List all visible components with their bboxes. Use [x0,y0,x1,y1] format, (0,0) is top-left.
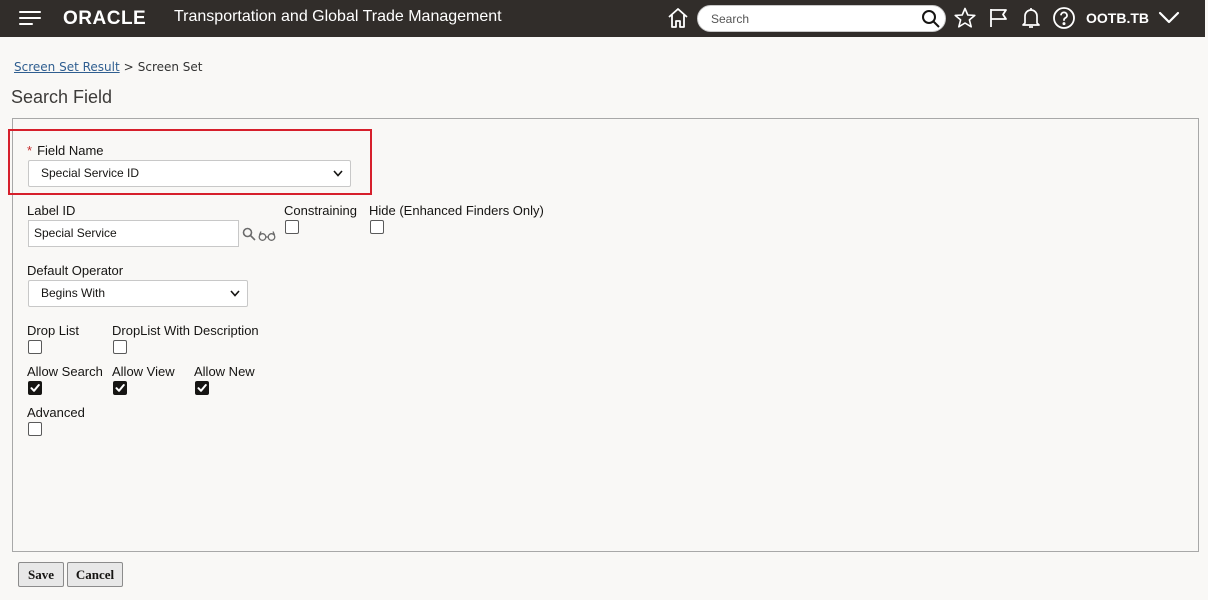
flag-icon[interactable] [987,6,1011,30]
constraining-label: Constraining [284,203,357,218]
required-marker: * [27,143,33,158]
advanced-label: Advanced [27,405,85,420]
home-icon[interactable] [666,6,690,30]
global-search [697,5,946,32]
menu-icon[interactable] [19,11,41,27]
user-name[interactable]: OOTB.TB [1086,10,1149,26]
drop-list-checkbox[interactable] [28,340,42,354]
view-icon[interactable] [258,229,276,241]
app-title: Transportation and Global Trade Manageme… [174,8,502,25]
save-button[interactable]: Save [18,562,64,587]
breadcrumb-separator: > [123,60,134,74]
constraining-checkbox[interactable] [285,220,299,234]
chevron-down-icon [230,290,240,297]
allow-view-label: Allow View [112,364,175,379]
allow-new-checkbox[interactable] [195,381,209,395]
top-header-bar: ORACLE Transportation and Global Trade M… [0,0,1205,37]
star-icon[interactable] [953,6,977,30]
allow-search-checkbox[interactable] [28,381,42,395]
search-icon[interactable] [921,9,941,29]
field-name-label: * Field Name [27,143,104,158]
search-input[interactable] [711,11,916,27]
label-id-label: Label ID [27,203,76,218]
hide-label: Hide (Enhanced Finders Only) [369,203,544,218]
breadcrumb-link-screen-set-result[interactable]: Screen Set Result [14,60,120,74]
default-operator-select[interactable]: Begins With [28,280,248,307]
droplist-description-checkbox[interactable] [113,340,127,354]
hide-checkbox[interactable] [370,220,384,234]
default-operator-label: Default Operator [27,263,124,278]
page-title: Search Field [11,87,113,107]
label-id-input[interactable]: Special Service [28,220,239,247]
chevron-down-icon[interactable] [1157,6,1181,30]
bell-icon[interactable] [1019,6,1043,30]
drop-list-label: Drop List [27,323,80,338]
lookup-icon[interactable] [242,227,256,241]
allow-view-checkbox[interactable] [113,381,127,395]
allow-search-label: Allow Search [27,364,103,379]
default-operator-value: Begins With [41,286,106,300]
breadcrumb: Screen Set Result > Screen Set [14,60,203,74]
chevron-down-icon [333,170,343,177]
oracle-logo: ORACLE [63,8,147,29]
help-icon[interactable] [1052,6,1076,30]
droplist-description-label: DropList With Description [112,323,259,338]
field-name-select[interactable]: Special Service ID [28,160,351,187]
cancel-button[interactable]: Cancel [67,562,123,587]
breadcrumb-current: Screen Set [137,60,203,74]
field-name-value: Special Service ID [41,166,140,180]
allow-new-label: Allow New [194,364,255,379]
advanced-checkbox[interactable] [28,422,42,436]
